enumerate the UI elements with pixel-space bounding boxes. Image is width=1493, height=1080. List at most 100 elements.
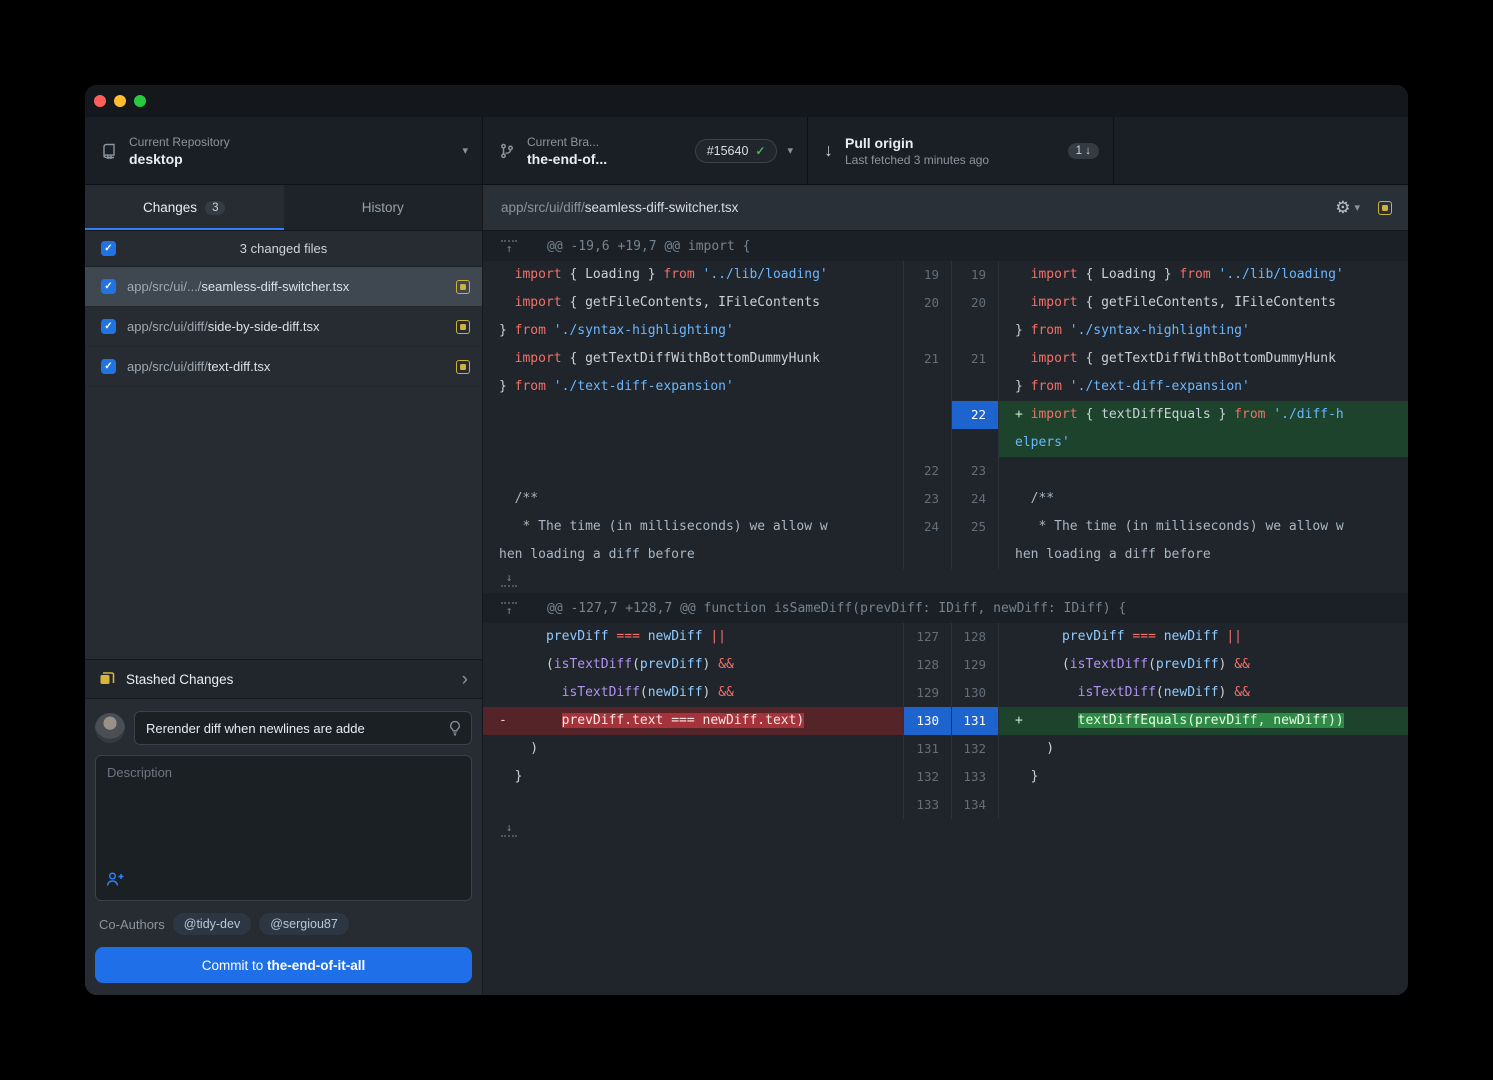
old-line-number[interactable]: 20 bbox=[903, 289, 951, 317]
new-line-number[interactable] bbox=[951, 373, 999, 401]
new-line-number[interactable]: 23 bbox=[951, 457, 999, 485]
diff-row: * The time (in milliseconds) we allow w2… bbox=[483, 513, 1408, 541]
old-code-cell: prevDiff === newDiff || bbox=[483, 623, 903, 651]
old-line-number[interactable]: 130 bbox=[903, 707, 951, 735]
new-code-cell: + import { textDiffEquals } from './diff… bbox=[999, 401, 1408, 429]
include-all-checkbox[interactable]: ✓ bbox=[101, 241, 116, 256]
new-line-number[interactable]: 22 bbox=[951, 401, 999, 429]
new-line-number[interactable]: 134 bbox=[951, 791, 999, 819]
old-code-cell: import { getTextDiffWithBottomDummyHunk bbox=[483, 345, 903, 373]
new-line-number[interactable] bbox=[951, 317, 999, 345]
pull-request-badge[interactable]: #15640 ✓ bbox=[695, 139, 778, 163]
file-checkbox[interactable]: ✓ bbox=[101, 279, 116, 294]
close-window-button[interactable] bbox=[94, 95, 106, 107]
diff-row: - prevDiff.text === newDiff.text)130131+… bbox=[483, 707, 1408, 735]
file-path: app/src/ui/.../seamless-diff-switcher.ts… bbox=[127, 279, 445, 294]
diff-row: 2223 bbox=[483, 457, 1408, 485]
old-line-number[interactable] bbox=[903, 541, 951, 569]
old-line-number[interactable]: 129 bbox=[903, 679, 951, 707]
diff-row: 22+ import { textDiffEquals } from './di… bbox=[483, 401, 1408, 429]
new-line-number[interactable]: 133 bbox=[951, 763, 999, 791]
old-line-number[interactable]: 128 bbox=[903, 651, 951, 679]
old-code-cell: } from './text-diff-expansion' bbox=[483, 373, 903, 401]
old-line-number[interactable]: 19 bbox=[903, 261, 951, 289]
arrow-down-icon: ↓ bbox=[506, 823, 513, 833]
old-line-number[interactable]: 23 bbox=[903, 485, 951, 513]
pull-origin-button[interactable]: ↓ Pull origin Last fetched 3 minutes ago… bbox=[808, 117, 1114, 184]
expand-up-button[interactable]: ↑ bbox=[499, 600, 519, 616]
new-line-number[interactable]: 128 bbox=[951, 623, 999, 651]
repository-selector[interactable]: Current Repository desktop ▾ bbox=[85, 117, 483, 184]
file-row[interactable]: ✓ app/src/ui/.../seamless-diff-switcher.t… bbox=[85, 267, 482, 307]
diff-row: import { getTextDiffWithBottomDummyHunk2… bbox=[483, 345, 1408, 373]
old-code-cell: } bbox=[483, 763, 903, 791]
old-line-number[interactable] bbox=[903, 429, 951, 457]
expand-down-button[interactable]: ↓ bbox=[499, 823, 519, 839]
tab-changes[interactable]: Changes 3 bbox=[85, 185, 284, 230]
coauthor-badge[interactable]: @tidy-dev bbox=[173, 913, 251, 935]
commit-button[interactable]: Commit to the-end-of-it-all bbox=[95, 947, 472, 983]
old-code-cell: ) bbox=[483, 735, 903, 763]
diff-row: import { Loading } from '../lib/loading'… bbox=[483, 261, 1408, 289]
new-line-number[interactable]: 21 bbox=[951, 345, 999, 373]
pull-subtitle: Last fetched 3 minutes ago bbox=[845, 153, 1068, 167]
old-code-cell bbox=[483, 429, 903, 457]
old-line-number[interactable] bbox=[903, 401, 951, 429]
new-line-number[interactable]: 129 bbox=[951, 651, 999, 679]
stashed-changes-row[interactable]: Stashed Changes › bbox=[85, 659, 482, 699]
branch-selector[interactable]: Current Bra... the-end-of... #15640 ✓ ▾ bbox=[483, 117, 808, 184]
arrow-down-icon: ↓ bbox=[506, 573, 513, 583]
new-line-number[interactable] bbox=[951, 429, 999, 457]
new-code-cell: * The time (in milliseconds) we allow w bbox=[999, 513, 1408, 541]
new-line-number[interactable]: 19 bbox=[951, 261, 999, 289]
description-input[interactable] bbox=[96, 756, 471, 868]
new-line-number[interactable]: 20 bbox=[951, 289, 999, 317]
new-line-number[interactable]: 130 bbox=[951, 679, 999, 707]
summary-input[interactable] bbox=[134, 711, 472, 745]
new-code-cell: isTextDiff(newDiff) && bbox=[999, 679, 1408, 707]
diff-options-button[interactable]: ⚙ ▾ bbox=[1335, 199, 1360, 216]
new-line-number[interactable] bbox=[951, 541, 999, 569]
diff-file-header: app/src/ui/diff/seamless-diff-switcher.t… bbox=[483, 185, 1408, 231]
old-line-number[interactable]: 133 bbox=[903, 791, 951, 819]
lightbulb-icon[interactable] bbox=[447, 720, 463, 741]
new-line-number[interactable]: 24 bbox=[951, 485, 999, 513]
old-line-number[interactable]: 132 bbox=[903, 763, 951, 791]
new-code-cell: import { getTextDiffWithBottomDummyHunk bbox=[999, 345, 1408, 373]
file-checkbox[interactable]: ✓ bbox=[101, 319, 116, 334]
chevron-down-icon: ▾ bbox=[787, 144, 793, 157]
add-coauthor-icon[interactable] bbox=[106, 871, 125, 892]
checks-passed-icon: ✓ bbox=[755, 144, 765, 158]
expand-down-button[interactable]: ↓ bbox=[499, 573, 519, 589]
file-row[interactable]: ✓app/src/ui/diff/side-by-side-diff.tsx bbox=[85, 307, 482, 347]
new-line-number[interactable]: 132 bbox=[951, 735, 999, 763]
check-icon: ✓ bbox=[104, 244, 112, 254]
old-line-number[interactable]: 127 bbox=[903, 623, 951, 651]
gear-icon: ⚙ bbox=[1335, 199, 1350, 216]
old-line-number[interactable] bbox=[903, 317, 951, 345]
old-code-cell: (isTextDiff(prevDiff) && bbox=[483, 651, 903, 679]
old-line-number[interactable] bbox=[903, 373, 951, 401]
old-code-cell: } from './syntax-highlighting' bbox=[483, 317, 903, 345]
file-row[interactable]: ✓app/src/ui/diff/text-diff.tsx bbox=[85, 347, 482, 387]
new-line-number[interactable]: 131 bbox=[951, 707, 999, 735]
old-line-number[interactable]: 21 bbox=[903, 345, 951, 373]
new-code-cell: + textDiffEquals(prevDiff, newDiff)) bbox=[999, 707, 1408, 735]
tab-history[interactable]: History bbox=[284, 185, 483, 230]
coauthor-badge[interactable]: @sergiou87 bbox=[259, 913, 349, 935]
new-line-number[interactable]: 25 bbox=[951, 513, 999, 541]
minimize-window-button[interactable] bbox=[114, 95, 126, 107]
changed-files-summary-row[interactable]: ✓ 3 changed files bbox=[85, 231, 482, 267]
old-line-number[interactable]: 22 bbox=[903, 457, 951, 485]
zoom-window-button[interactable] bbox=[134, 95, 146, 107]
diff-row: } from './syntax-highlighting'} from './… bbox=[483, 317, 1408, 345]
old-line-number[interactable]: 131 bbox=[903, 735, 951, 763]
modified-status-icon bbox=[456, 280, 470, 294]
old-line-number[interactable]: 24 bbox=[903, 513, 951, 541]
diff-row: } from './text-diff-expansion'} from './… bbox=[483, 373, 1408, 401]
expand-up-button[interactable]: ↑ bbox=[499, 238, 519, 254]
file-checkbox[interactable]: ✓ bbox=[101, 359, 116, 374]
chevron-right-icon: › bbox=[462, 670, 468, 689]
sidebar: Changes 3 History ✓ 3 changed files ✓app… bbox=[85, 185, 483, 995]
coauthor-list: @tidy-dev @sergiou87 bbox=[173, 913, 349, 935]
